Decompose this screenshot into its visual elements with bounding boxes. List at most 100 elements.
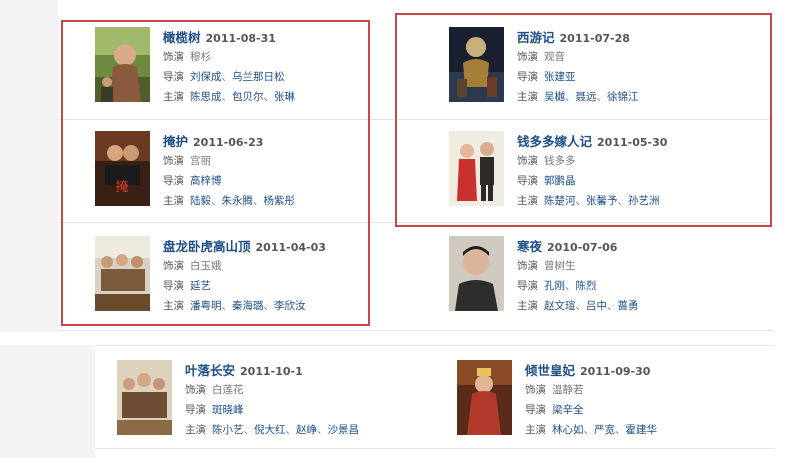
show-title[interactable]: 橄榄树 bbox=[163, 30, 201, 45]
release-date: 2011-04-03 bbox=[255, 241, 326, 254]
cast-link[interactable]: 蔷勇 bbox=[618, 300, 639, 312]
cast-label: 主演 bbox=[517, 91, 538, 103]
cast-link[interactable]: 陈思成 bbox=[190, 91, 222, 103]
show-card-panlong[interactable]: 盘龙卧虎高山顶 2011-04-03 饰演 白玉娥 导演 延艺 主演 潘粤明、秦海璐、李… bbox=[95, 236, 415, 326]
show-card-qianduoduo[interactable]: 钱多多嫁人记 2011-05-30 饰演 钱多多 导演 郭鹏晶 主演 陈楚河、张馨予、孙… bbox=[449, 131, 769, 221]
role-name: 温静若 bbox=[552, 384, 584, 396]
svg-text:掩: 掩 bbox=[115, 180, 128, 195]
poster-image[interactable] bbox=[449, 131, 504, 206]
role-name: 曾树生 bbox=[544, 260, 576, 272]
release-date: 2011-05-30 bbox=[597, 136, 668, 149]
director-link[interactable]: 高梓博 bbox=[190, 175, 222, 187]
director-link[interactable]: 刘保成 bbox=[190, 71, 222, 83]
director-link[interactable]: 乌兰那日松 bbox=[232, 71, 285, 83]
director-link[interactable]: 孔刚 bbox=[544, 280, 565, 292]
director-link[interactable]: 梁辛全 bbox=[552, 404, 584, 416]
role-label: 饰演 bbox=[185, 384, 206, 396]
role-label: 饰演 bbox=[163, 51, 184, 63]
cast-link[interactable]: 李欣汝 bbox=[274, 300, 306, 312]
show-card-ganlanshu[interactable]: 橄榄树 2011-08-31 饰演 穆杉 导演 刘保成、乌兰那日松 主演 陈思成、包贝尔… bbox=[95, 27, 415, 117]
cast-link[interactable]: 张馨予 bbox=[586, 195, 618, 207]
poster-image[interactable] bbox=[457, 360, 512, 435]
role-label: 饰演 bbox=[163, 155, 184, 167]
director-label: 导演 bbox=[517, 280, 538, 292]
show-title[interactable]: 倾世皇妃 bbox=[525, 363, 575, 378]
release-date: 2011-09-30 bbox=[580, 365, 651, 378]
director-label: 导演 bbox=[517, 175, 538, 187]
row-divider bbox=[95, 345, 775, 346]
cast-link[interactable]: 赵文瑄 bbox=[544, 300, 576, 312]
poster-image[interactable] bbox=[449, 27, 504, 102]
release-date: 2010-07-06 bbox=[547, 241, 618, 254]
show-title[interactable]: 掩护 bbox=[163, 134, 188, 149]
cast-link[interactable]: 秦海璐 bbox=[232, 300, 264, 312]
cast-link[interactable]: 徐锦江 bbox=[607, 91, 639, 103]
show-card-qingshihuangfei[interactable]: 倾世皇妃 2011-09-30 饰演 温静若 导演 梁辛全 主演 林心如、严宽、霍建华 bbox=[457, 360, 777, 450]
cast-link[interactable]: 杨紫彤 bbox=[264, 195, 296, 207]
cast-link[interactable]: 林心如 bbox=[552, 424, 584, 436]
cast-label: 主演 bbox=[517, 195, 538, 207]
director-link[interactable]: 延艺 bbox=[190, 280, 211, 292]
row-divider bbox=[58, 222, 773, 223]
cast-label: 主演 bbox=[185, 424, 206, 436]
show-card-xiyouji[interactable]: 西游记 2011-07-28 饰演 观音 导演 张建亚 主演 吴樾、聂远、徐锦江 bbox=[449, 27, 769, 117]
cast-label: 主演 bbox=[163, 195, 184, 207]
cast-link[interactable]: 霍建华 bbox=[626, 424, 658, 436]
role-label: 饰演 bbox=[517, 51, 538, 63]
cast-link[interactable]: 陆毅 bbox=[190, 195, 211, 207]
director-link[interactable]: 张建亚 bbox=[544, 71, 576, 83]
cast-link[interactable]: 包贝尔 bbox=[232, 91, 264, 103]
release-date: 2011-08-31 bbox=[205, 32, 276, 45]
role-label: 饰演 bbox=[517, 155, 538, 167]
cast-label: 主演 bbox=[517, 300, 538, 312]
cast-link[interactable]: 张琳 bbox=[274, 91, 295, 103]
show-title[interactable]: 钱多多嫁人记 bbox=[517, 134, 592, 149]
cast-link[interactable]: 严宽 bbox=[594, 424, 615, 436]
director-label: 导演 bbox=[185, 404, 206, 416]
cast-link[interactable]: 孙艺洲 bbox=[628, 195, 660, 207]
role-name: 钱多多 bbox=[544, 155, 576, 167]
role-name: 白玉娥 bbox=[190, 260, 222, 272]
cast-link[interactable]: 潘粤明 bbox=[190, 300, 222, 312]
director-link[interactable]: 郭鹏晶 bbox=[544, 175, 576, 187]
cast-link[interactable]: 吕中 bbox=[586, 300, 607, 312]
show-card-yanhu[interactable]: 掩 掩护 2011-06-23 饰演 宫丽 导演 高梓博 主演 陆毅、朱永腾、杨紫彤 bbox=[95, 131, 415, 221]
director-label: 导演 bbox=[525, 404, 546, 416]
role-label: 饰演 bbox=[525, 384, 546, 396]
release-date: 2011-06-23 bbox=[193, 136, 264, 149]
cast-link[interactable]: 朱永腾 bbox=[222, 195, 254, 207]
show-card-yeluochangan[interactable]: 叶落长安 2011-10-1 饰演 白莲花 导演 斑晓峰 主演 陈小艺、倪大红、赵峥、沙… bbox=[117, 360, 437, 450]
show-title[interactable]: 寒夜 bbox=[517, 239, 542, 254]
director-link[interactable]: 斑晓峰 bbox=[212, 404, 244, 416]
show-title[interactable]: 叶落长安 bbox=[185, 363, 235, 378]
role-label: 饰演 bbox=[517, 260, 538, 272]
director-link[interactable]: 陈烈 bbox=[576, 280, 597, 292]
release-date: 2011-07-28 bbox=[559, 32, 630, 45]
role-label: 饰演 bbox=[163, 260, 184, 272]
director-label: 导演 bbox=[517, 71, 538, 83]
poster-image[interactable] bbox=[95, 27, 150, 102]
poster-image[interactable] bbox=[95, 236, 150, 311]
role-name: 宫丽 bbox=[190, 155, 211, 167]
show-title[interactable]: 盘龙卧虎高山顶 bbox=[163, 239, 251, 254]
poster-image[interactable] bbox=[117, 360, 172, 435]
cast-link[interactable]: 赵峥 bbox=[296, 424, 317, 436]
cast-link[interactable]: 陈小艺 bbox=[212, 424, 244, 436]
show-card-hanye[interactable]: 寒夜 2010-07-06 饰演 曾树生 导演 孔刚、陈烈 主演 赵文瑄、吕中、蔷勇 bbox=[449, 236, 769, 326]
cast-link[interactable]: 聂远 bbox=[576, 91, 597, 103]
role-name: 穆杉 bbox=[190, 51, 211, 63]
poster-image[interactable]: 掩 bbox=[95, 131, 150, 206]
role-name: 观音 bbox=[544, 51, 565, 63]
cast-link[interactable]: 沙景昌 bbox=[328, 424, 360, 436]
cast-link[interactable]: 陈楚河 bbox=[544, 195, 576, 207]
cast-label: 主演 bbox=[163, 91, 184, 103]
poster-image[interactable] bbox=[449, 236, 504, 311]
release-date: 2011-10-1 bbox=[240, 365, 303, 378]
cast-link[interactable]: 倪大红 bbox=[254, 424, 286, 436]
show-title[interactable]: 西游记 bbox=[517, 30, 555, 45]
director-label: 导演 bbox=[163, 71, 184, 83]
director-label: 导演 bbox=[163, 175, 184, 187]
cast-link[interactable]: 吴樾 bbox=[544, 91, 565, 103]
left-gray-strip-lower bbox=[0, 345, 95, 458]
role-name: 白莲花 bbox=[212, 384, 244, 396]
